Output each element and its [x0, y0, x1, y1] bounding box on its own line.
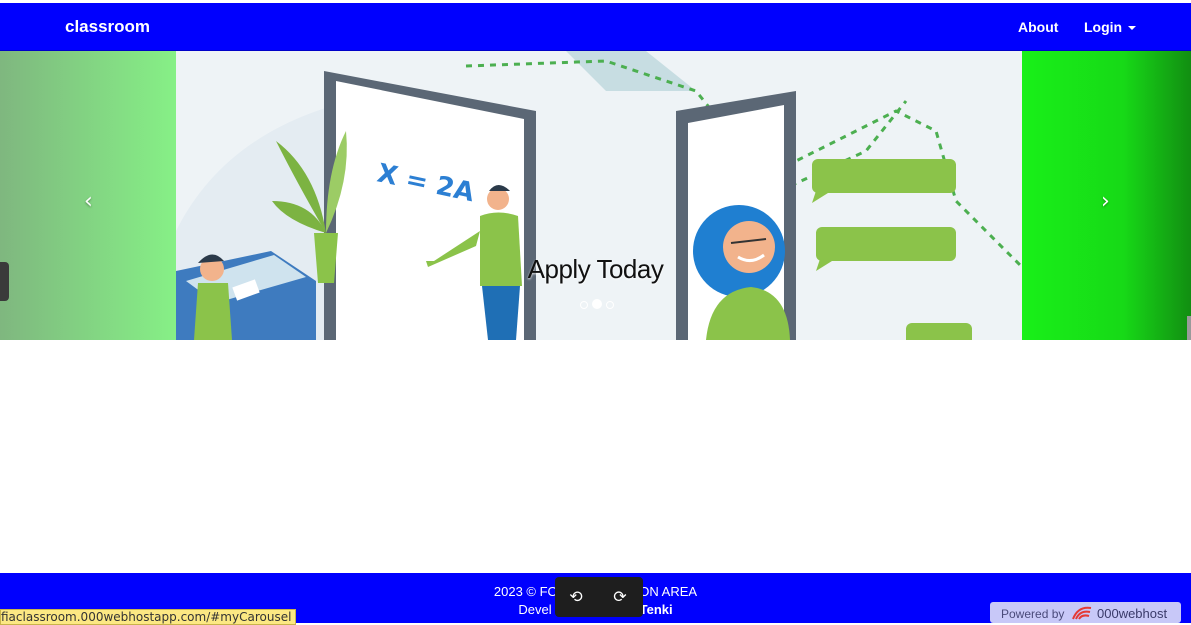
footer-copyright-end: ION AREA: [635, 584, 698, 599]
phone-frame: [676, 91, 796, 340]
right-edge-scroll-tab[interactable]: [1187, 316, 1191, 340]
chevron-left-icon: ‹: [84, 189, 93, 214]
footer-copyright-start: 2023 © FO: [493, 584, 558, 599]
nav-about-link[interactable]: About: [1018, 19, 1058, 35]
nav-login-label: Login: [1084, 19, 1123, 35]
carousel-next-button[interactable]: ›: [1022, 51, 1191, 340]
rewind-icon[interactable]: ⟲: [564, 585, 588, 609]
carousel: ‹ X = 2A › Apply Today: [0, 51, 1191, 340]
powered-by-label: Powered by: [1001, 607, 1065, 621]
carousel-indicator-3[interactable]: [606, 301, 614, 309]
carousel-prev-button[interactable]: ‹: [0, 51, 176, 340]
powered-by-badge[interactable]: Powered by 000webhost: [990, 602, 1181, 623]
navbar: classroom About Login: [0, 3, 1191, 51]
left-edge-tab[interactable]: [0, 262, 9, 301]
nav-login-dropdown[interactable]: Login: [1084, 19, 1137, 35]
forward-icon[interactable]: ⟳: [608, 585, 632, 609]
powered-by-brand: 000webhost: [1097, 606, 1168, 621]
carousel-indicator-1[interactable]: [580, 301, 588, 309]
carousel-indicators: [578, 296, 616, 314]
caret-down-icon: [1128, 26, 1137, 31]
carousel-indicator-2[interactable]: [592, 299, 602, 309]
chevron-right-icon: ›: [1101, 189, 1110, 214]
media-controls-overlay: ⟲ ⟳: [555, 577, 643, 617]
footer-developer-start: Devel: [518, 602, 552, 617]
footer-developer-name: Tenki: [639, 602, 673, 617]
brand-link[interactable]: classroom: [65, 17, 150, 37]
carousel-caption: Apply Today: [527, 254, 664, 284]
webhost-logo-icon: [1072, 606, 1092, 620]
